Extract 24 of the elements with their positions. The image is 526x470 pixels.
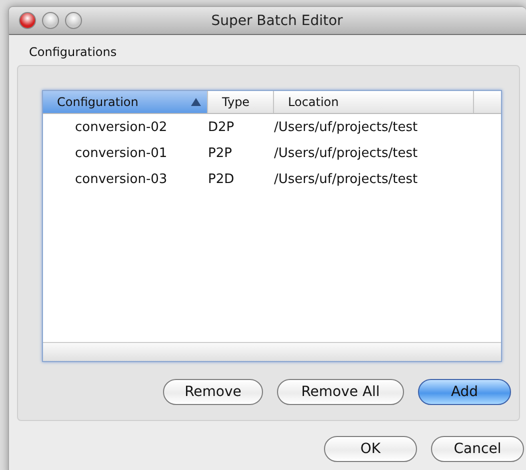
table-cell-text: D2P <box>208 120 236 134</box>
column-header[interactable]: Configuration <box>43 91 208 113</box>
close-icon[interactable] <box>19 12 36 29</box>
table-cell-text: P2D <box>208 172 236 186</box>
table-cell-text: conversion-02 <box>74 120 168 134</box>
column-header[interactable]: Type <box>208 91 274 113</box>
table-cell-text: /Users/uf/projects/test <box>274 172 419 186</box>
table-cell-text: conversion-01 <box>74 146 168 160</box>
action-button[interactable]: Remove <box>163 379 263 405</box>
table-cell-text: conversion-03 <box>74 172 168 186</box>
column-header <box>474 91 501 113</box>
table-cell-text: /Users/uf/projects/test <box>274 120 419 134</box>
action-button[interactable]: Remove All <box>277 379 404 405</box>
scroll-bar[interactable] <box>43 342 501 361</box>
column-header[interactable]: Location <box>274 91 474 113</box>
action-button[interactable]: Add <box>418 379 511 405</box>
zoom-icon[interactable] <box>65 12 82 29</box>
minimize-icon[interactable] <box>42 12 59 29</box>
dialog-button[interactable]: Cancel <box>431 436 524 462</box>
window-title: Super Batch Editor <box>210 12 344 28</box>
table-cell-text: P2P <box>208 146 233 160</box>
section-label: Configurations <box>29 45 117 59</box>
dialog-button[interactable]: OK <box>324 436 417 462</box>
table-cell-text: /Users/uf/projects/test <box>274 146 419 160</box>
